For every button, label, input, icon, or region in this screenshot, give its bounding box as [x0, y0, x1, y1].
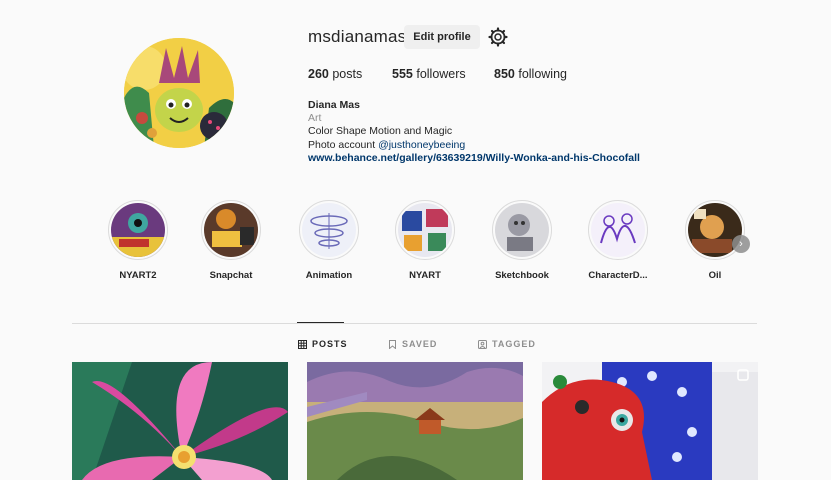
highlight-ring	[395, 200, 455, 260]
grid-icon	[298, 339, 307, 349]
chevron-right-icon[interactable]: ›	[732, 235, 750, 253]
tab-label: TAGGED	[492, 339, 536, 349]
highlight-nyart2[interactable]: NYART2	[103, 200, 173, 281]
highlight-ring	[492, 200, 552, 260]
profile-avatar[interactable]	[124, 38, 234, 148]
highlight-nyart[interactable]: NYART	[390, 200, 460, 281]
highlight-cover	[591, 203, 645, 257]
category-label: Art	[308, 112, 322, 125]
tab-tagged[interactable]: TAGGED	[478, 339, 536, 349]
bio-prefix: Photo account	[308, 138, 379, 151]
highlight-ring	[299, 200, 359, 260]
highlight-cover	[204, 203, 258, 257]
bio-line: Color Shape Motion and Magic	[308, 125, 453, 138]
gear-icon[interactable]	[488, 27, 508, 47]
highlight-cover	[398, 203, 452, 257]
highlight-animation[interactable]: Animation	[294, 200, 364, 281]
highlight-label: Oil	[708, 270, 722, 281]
edit-profile-button[interactable]: Edit profile	[404, 25, 480, 49]
website-link[interactable]: www.behance.net/gallery/63639219/Willy-W…	[308, 152, 640, 165]
avatar-illustration	[124, 38, 234, 148]
post-thumbnail[interactable]	[307, 362, 523, 480]
highlight-label: CharacterD...	[588, 270, 648, 281]
highlight-ring	[108, 200, 168, 260]
highlight-cover	[495, 203, 549, 257]
tab-label: POSTS	[312, 339, 348, 349]
highlight-label: NYART	[409, 270, 441, 281]
highlight-ring	[588, 200, 648, 260]
highlight-sketchbook[interactable]: Sketchbook	[487, 200, 557, 281]
highlight-label: Sketchbook	[495, 270, 549, 281]
full-name: Diana Mas	[308, 99, 360, 111]
stat-following[interactable]: 850 following	[494, 67, 567, 81]
highlight-character-design[interactable]: CharacterD...	[583, 200, 653, 281]
posts-count: 260	[308, 67, 329, 81]
tag-icon	[478, 339, 487, 349]
posts-label: posts	[332, 67, 363, 81]
bio: Diana Mas Art Color Shape Motion and Mag…	[308, 99, 640, 165]
highlight-label: Animation	[305, 270, 353, 281]
highlight-snapchat[interactable]: Snapchat	[196, 200, 266, 281]
active-tab-indicator	[297, 322, 344, 323]
followers-label: followers	[416, 67, 466, 81]
followers-count: 555	[392, 67, 413, 81]
highlight-cover	[302, 203, 356, 257]
post-thumbnail[interactable]	[542, 362, 758, 480]
story-highlights: NYART2 Snapchat Animation NYART Sketchbo…	[103, 200, 763, 290]
mention-link[interactable]: @justhoneybeeing	[378, 139, 465, 151]
tabs-divider	[72, 323, 757, 324]
tab-posts[interactable]: POSTS	[298, 339, 348, 349]
username: msdianamas	[308, 27, 407, 46]
post-thumbnail[interactable]	[72, 362, 288, 480]
following-count: 850	[494, 67, 515, 81]
bookmark-icon	[389, 339, 396, 349]
highlight-ring	[201, 200, 261, 260]
highlight-label: Snapchat	[209, 270, 253, 281]
stat-followers[interactable]: 555 followers	[392, 67, 466, 81]
tab-label: SAVED	[402, 339, 438, 349]
highlight-label: NYART2	[119, 270, 157, 281]
highlight-cover	[111, 203, 165, 257]
following-label: following	[518, 67, 567, 81]
stat-posts: 260 posts	[308, 67, 362, 81]
bio-line-photo: Photo account @justhoneybeeing	[308, 139, 640, 152]
tab-saved[interactable]: SAVED	[388, 339, 437, 349]
profile-page: msdianamas Edit profile 260 posts 555 fo…	[0, 0, 831, 480]
